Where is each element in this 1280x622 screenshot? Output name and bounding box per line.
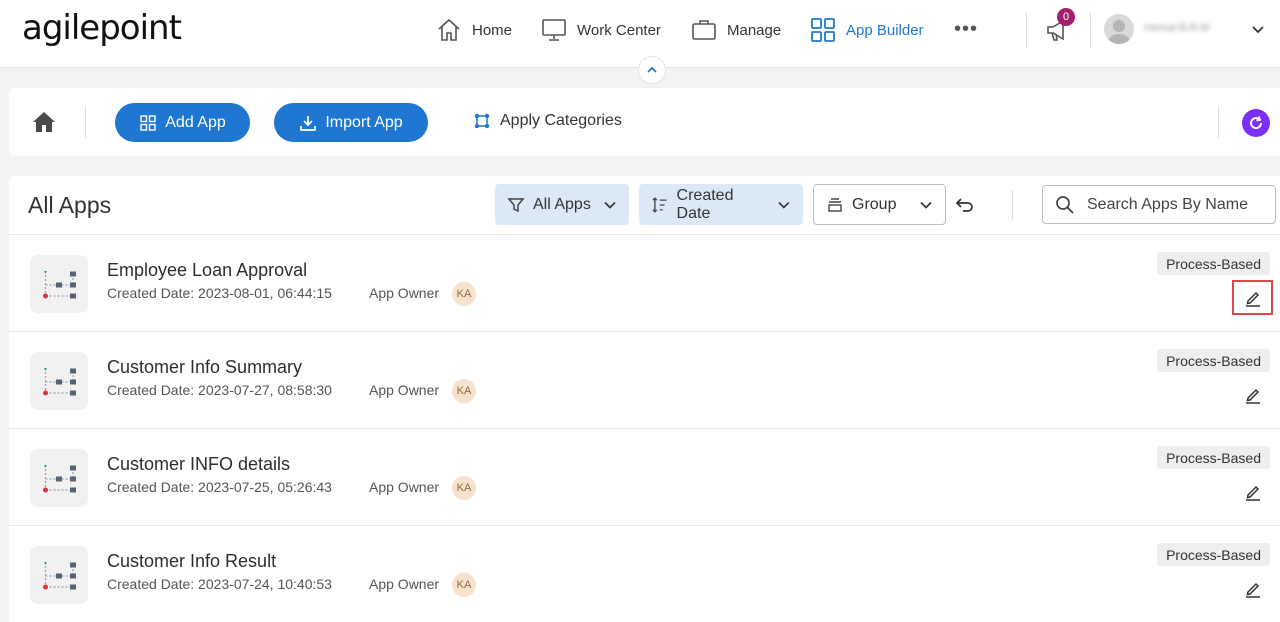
top-navigation-bar: agilepoint Home Work Center Manage App B… xyxy=(0,0,1280,68)
nav-home-label: Home xyxy=(472,21,513,39)
briefcase-icon xyxy=(692,20,716,40)
page-title: All Apps xyxy=(28,192,112,218)
app-row[interactable]: Customer Info Result Created Date: 2023-… xyxy=(9,525,1280,622)
chevron-up-icon xyxy=(647,66,657,73)
all-apps-filter-label: All Apps xyxy=(533,195,591,213)
search-input[interactable] xyxy=(1087,195,1267,214)
app-type-badge: Process-Based xyxy=(1157,349,1270,372)
edit-app-button[interactable] xyxy=(1232,377,1273,412)
app-owner-label: App Owner xyxy=(369,576,440,592)
group-label: Group xyxy=(852,195,897,213)
app-owner-label: App Owner xyxy=(369,479,440,495)
nav-manage[interactable]: Manage xyxy=(691,16,781,44)
sort-dropdown[interactable]: Created Date xyxy=(639,184,803,225)
app-name[interactable]: Customer Info Summary xyxy=(107,357,302,378)
app-row[interactable]: Customer INFO details Created Date: 2023… xyxy=(9,428,1280,525)
reset-filters-icon[interactable] xyxy=(955,196,975,214)
app-name[interactable]: Employee Loan Approval xyxy=(107,260,307,281)
app-created-date: Created Date: 2023-08-01, 06:44:15 xyxy=(107,285,332,301)
app-type-badge: Process-Based xyxy=(1157,446,1270,469)
chevron-down-icon xyxy=(604,201,616,209)
user-name[interactable]: Hemal B.R.M xyxy=(1144,22,1240,36)
app-owner-label: App Owner xyxy=(369,382,440,398)
app-toolbar: Add App Import App Apply Categories xyxy=(9,88,1280,156)
pencil-icon xyxy=(1245,582,1260,598)
add-app-label: Add App xyxy=(165,113,226,131)
nav-divider xyxy=(1090,12,1091,48)
app-row[interactable]: Employee Loan Approval Created Date: 202… xyxy=(9,234,1280,331)
apply-categories-button[interactable]: Apply Categories xyxy=(473,112,622,130)
process-app-icon xyxy=(30,352,88,410)
group-dropdown[interactable]: Group xyxy=(813,184,946,225)
chevron-down-icon xyxy=(778,201,790,209)
pencil-icon xyxy=(1245,485,1260,501)
nav-work-center[interactable]: Work Center xyxy=(541,16,661,44)
import-app-label: Import App xyxy=(325,113,403,131)
nav-divider xyxy=(1026,12,1027,48)
import-app-button[interactable]: Import App xyxy=(274,103,428,142)
group-icon xyxy=(828,197,842,212)
all-apps-filter-dropdown[interactable]: All Apps xyxy=(495,184,629,225)
nav-app-builder-label: App Builder xyxy=(846,21,924,39)
owner-avatar: KA xyxy=(452,379,476,403)
app-created-date: Created Date: 2023-07-24, 10:40:53 xyxy=(107,576,332,592)
user-avatar[interactable] xyxy=(1104,14,1134,44)
apply-categories-label: Apply Categories xyxy=(500,112,622,129)
edit-app-button[interactable] xyxy=(1232,280,1273,315)
owner-avatar: KA xyxy=(452,282,476,306)
refresh-button[interactable] xyxy=(1242,109,1270,137)
app-name[interactable]: Customer INFO details xyxy=(107,454,290,475)
grid-icon xyxy=(811,18,835,42)
grid-icon xyxy=(140,114,156,131)
process-app-icon xyxy=(30,449,88,507)
nav-app-builder[interactable]: App Builder xyxy=(810,16,924,44)
sort-icon xyxy=(652,196,667,213)
refresh-icon xyxy=(1250,116,1263,130)
toolbar-divider xyxy=(85,106,86,138)
app-owner-label: App Owner xyxy=(369,285,440,301)
app-created-date: Created Date: 2023-07-25, 05:26:43 xyxy=(107,479,332,495)
app-name[interactable]: Customer Info Result xyxy=(107,551,276,572)
app-type-badge: Process-Based xyxy=(1157,252,1270,275)
owner-avatar: KA xyxy=(452,476,476,500)
filter-divider xyxy=(1012,190,1013,220)
app-row[interactable]: Customer Info Summary Created Date: 2023… xyxy=(9,331,1280,428)
process-app-icon xyxy=(30,255,88,313)
add-app-button[interactable]: Add App xyxy=(115,103,250,142)
pencil-icon xyxy=(1245,388,1260,404)
edit-app-button[interactable] xyxy=(1232,571,1273,606)
monitor-icon xyxy=(542,19,566,41)
agilepoint-logo[interactable]: agilepoint xyxy=(22,8,182,48)
nav-manage-label: Manage xyxy=(727,21,782,39)
all-apps-panel: All Apps All Apps Created Date Group Emp… xyxy=(9,176,1280,622)
nav-work-center-label: Work Center xyxy=(577,21,661,39)
more-menu-button[interactable]: ••• xyxy=(954,18,978,41)
process-app-icon xyxy=(30,546,88,604)
filter-icon xyxy=(507,197,525,212)
home-icon xyxy=(438,18,460,41)
app-type-badge: Process-Based xyxy=(1157,543,1270,566)
notification-count-badge: 0 xyxy=(1057,8,1075,26)
nav-home[interactable]: Home xyxy=(436,16,512,44)
download-icon xyxy=(300,115,317,131)
search-box xyxy=(1042,185,1276,224)
chevron-down-icon xyxy=(920,201,932,209)
collapse-header-button[interactable] xyxy=(638,56,666,84)
search-icon xyxy=(1056,195,1074,214)
pencil-icon xyxy=(1245,291,1260,307)
toolbar-divider xyxy=(1218,106,1219,138)
edit-app-button[interactable] xyxy=(1232,474,1273,509)
sort-label: Created Date xyxy=(676,186,734,222)
app-created-date: Created Date: 2023-07-27, 08:58:30 xyxy=(107,382,332,398)
home-icon[interactable] xyxy=(31,110,57,134)
chevron-down-icon[interactable] xyxy=(1250,22,1266,38)
categories-icon xyxy=(474,113,490,129)
owner-avatar: KA xyxy=(452,573,476,597)
